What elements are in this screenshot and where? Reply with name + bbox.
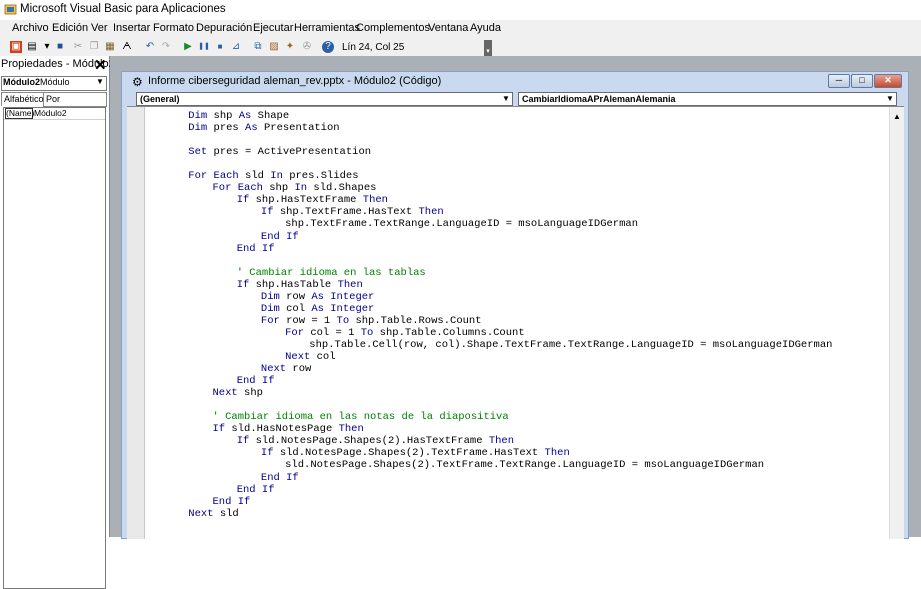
toolbar-overflow-icon[interactable]: ▾ <box>484 40 492 56</box>
menu-formato[interactable]: Formato <box>153 22 194 34</box>
chevron-down-icon[interactable]: ▼ <box>95 77 105 86</box>
properties-pane: Propiedades - Módulo2 ✕ Módulo2 Módulo ▼… <box>0 56 115 589</box>
procedure-combo-value: CambiarIdiomaAPrAlemanAlemania <box>522 94 676 104</box>
standard-toolbar: ▣ ▤ ▾ ■ ✂ ❐ ▦ ᗅ ↶ ↷ ▶ ❚❚ ■ ⊿ ⧉ ▨ ✦ ✇ ? L… <box>0 38 921 58</box>
code-line[interactable]: If shp.HasTextFrame Then <box>237 194 388 206</box>
code-line[interactable]: Set pres = ActivePresentation <box>188 146 371 158</box>
insert-module-icon[interactable]: ▤ <box>26 41 38 53</box>
save-icon[interactable]: ■ <box>54 41 66 53</box>
code-line[interactable]: Next col <box>285 351 335 363</box>
code-line[interactable]: Dim pres As Presentation <box>188 122 339 134</box>
code-line[interactable]: If shp.TextFrame.HasText Then <box>261 206 444 218</box>
menu-herramientas[interactable]: Herramientas <box>294 22 360 34</box>
property-row[interactable]: (Name) Módulo2 <box>4 108 105 120</box>
code-line[interactable]: For Each sld In pres.Slides <box>188 170 358 182</box>
menu-ver[interactable]: Ver <box>91 22 108 34</box>
object-type: Módulo <box>40 77 70 87</box>
undo-icon[interactable]: ↶ <box>144 41 156 53</box>
properties-window-icon[interactable]: ▨ <box>268 41 280 53</box>
properties-title-bar: Propiedades - Módulo2 ✕ <box>0 56 115 74</box>
close-button[interactable]: ✕ <box>874 74 902 88</box>
menu-ayuda[interactable]: Ayuda <box>470 22 501 34</box>
code-line[interactable]: End If <box>213 496 251 508</box>
tab-categorized[interactable]: Por categorías <box>43 92 107 116</box>
copy-icon[interactable]: ❐ <box>88 41 100 53</box>
object-name: Módulo2 <box>3 77 40 87</box>
code-line[interactable]: End If <box>237 375 275 387</box>
menu-insertar[interactable]: Insertar <box>113 22 150 34</box>
maximize-button[interactable]: □ <box>851 74 873 88</box>
code-window: ⚙ Informe ciberseguridad aleman_rev.pptx… <box>121 71 909 539</box>
property-name: (Name) <box>5 108 35 119</box>
object-combo[interactable]: (General) ▼ <box>136 92 513 106</box>
procedure-combo[interactable]: CambiarIdiomaAPrAlemanAlemania ▼ <box>518 92 897 106</box>
toolbox-icon[interactable]: ✇ <box>301 41 313 53</box>
app-title-bar: Microsoft Visual Basic para Aplicaciones <box>0 0 921 20</box>
code-line[interactable]: If sld.NotesPage.Shapes(2).TextFrame.Has… <box>261 447 570 459</box>
app-title: Microsoft Visual Basic para Aplicaciones <box>20 3 226 15</box>
code-line[interactable]: End If <box>261 231 299 243</box>
code-line[interactable]: Next sld <box>188 508 238 520</box>
object-browser-icon[interactable]: ✦ <box>284 41 296 53</box>
scroll-up-icon[interactable]: ▲ <box>891 112 903 124</box>
cut-icon[interactable]: ✂ <box>72 41 84 53</box>
code-line[interactable]: Next row <box>261 363 311 375</box>
menu-ejecutar[interactable]: Ejecutar <box>253 22 293 34</box>
code-line[interactable]: Dim row As Integer <box>261 291 374 303</box>
chevron-down-icon[interactable]: ▼ <box>885 93 895 105</box>
design-mode-icon[interactable]: ⊿ <box>230 41 242 53</box>
code-line[interactable]: If sld.HasNotesPage Then <box>213 423 364 435</box>
help-icon[interactable]: ? <box>322 41 334 53</box>
break-icon[interactable]: ❚❚ <box>198 41 210 53</box>
code-line[interactable]: End If <box>237 243 275 255</box>
code-line[interactable]: End If <box>237 484 275 496</box>
code-line[interactable]: shp.TextFrame.TextRange.LanguageID = mso… <box>285 218 638 230</box>
chevron-down-icon[interactable]: ▼ <box>501 93 511 105</box>
code-line[interactable]: If sld.NotesPage.Shapes(2).HasTextFrame … <box>237 435 514 447</box>
object-selector[interactable]: Módulo2 Módulo ▼ <box>1 76 107 91</box>
find-icon[interactable]: ᗅ <box>121 41 133 53</box>
property-value[interactable]: Módulo2 <box>34 108 67 118</box>
close-icon[interactable]: ✕ <box>94 56 107 74</box>
paste-icon[interactable]: ▦ <box>104 41 116 53</box>
menu-depuracion[interactable]: Depuración <box>196 22 252 34</box>
code-line[interactable]: For col = 1 To shp.Table.Columns.Count <box>285 327 525 339</box>
vertical-scrollbar[interactable]: ▲ <box>889 107 904 539</box>
object-combo-value: (General) <box>140 94 180 104</box>
view-host-app-icon[interactable]: ▣ <box>10 41 22 53</box>
code-line[interactable]: ' Cambiar idioma en las tablas <box>237 267 426 279</box>
module-icon: ⚙ <box>132 75 143 89</box>
menu-bar: Archivo Edición Ver Insertar Formato Dep… <box>0 20 921 38</box>
code-window-title: Informe ciberseguridad aleman_rev.pptx -… <box>148 75 442 87</box>
margin-indicator-bar[interactable] <box>127 107 145 539</box>
reset-icon[interactable]: ■ <box>214 41 226 53</box>
dropdown-arrow-icon[interactable]: ▾ <box>41 41 53 53</box>
run-icon[interactable]: ▶ <box>182 41 194 53</box>
menu-complementos[interactable]: Complementos <box>356 22 430 34</box>
code-line[interactable]: For Each shp In sld.Shapes <box>213 182 377 194</box>
properties-grid: (Name) Módulo2 <box>3 107 106 589</box>
code-editor[interactable]: Dim shp As Shape Dim pres As Presentation… <box>127 106 904 539</box>
tab-alphabetic[interactable]: Alfabético <box>1 92 47 106</box>
code-line[interactable]: Dim shp As Shape <box>188 110 289 122</box>
menu-ventana[interactable]: Ventana <box>428 22 468 34</box>
code-line[interactable]: sld.NotesPage.Shapes(2).TextFrame.TextRa… <box>285 459 764 471</box>
properties-tabs: Alfabético Por categorías <box>1 92 107 116</box>
code-line[interactable]: ' Cambiar idioma en las notas de la diap… <box>213 411 509 423</box>
menu-archivo[interactable]: Archivo <box>12 22 49 34</box>
code-window-title-bar: ⚙ Informe ciberseguridad aleman_rev.pptx… <box>122 72 908 91</box>
cursor-position: Lín 24, Col 25 <box>342 42 405 53</box>
code-line[interactable]: If shp.HasTable Then <box>237 279 363 291</box>
code-line[interactable]: End If <box>261 472 299 484</box>
code-line[interactable]: Dim col As Integer <box>261 303 374 315</box>
redo-icon[interactable]: ↷ <box>160 41 172 53</box>
vba-app-icon <box>4 4 17 15</box>
code-line[interactable]: Next shp <box>213 387 263 399</box>
minimize-button[interactable]: ─ <box>828 74 850 88</box>
menu-edicion[interactable]: Edición <box>52 22 88 34</box>
code-line[interactable]: For row = 1 To shp.Table.Rows.Count <box>261 315 482 327</box>
code-line[interactable]: shp.Table.Cell(row, col).Shape.TextFrame… <box>309 339 832 351</box>
project-explorer-icon[interactable]: ⧉ <box>252 41 264 53</box>
